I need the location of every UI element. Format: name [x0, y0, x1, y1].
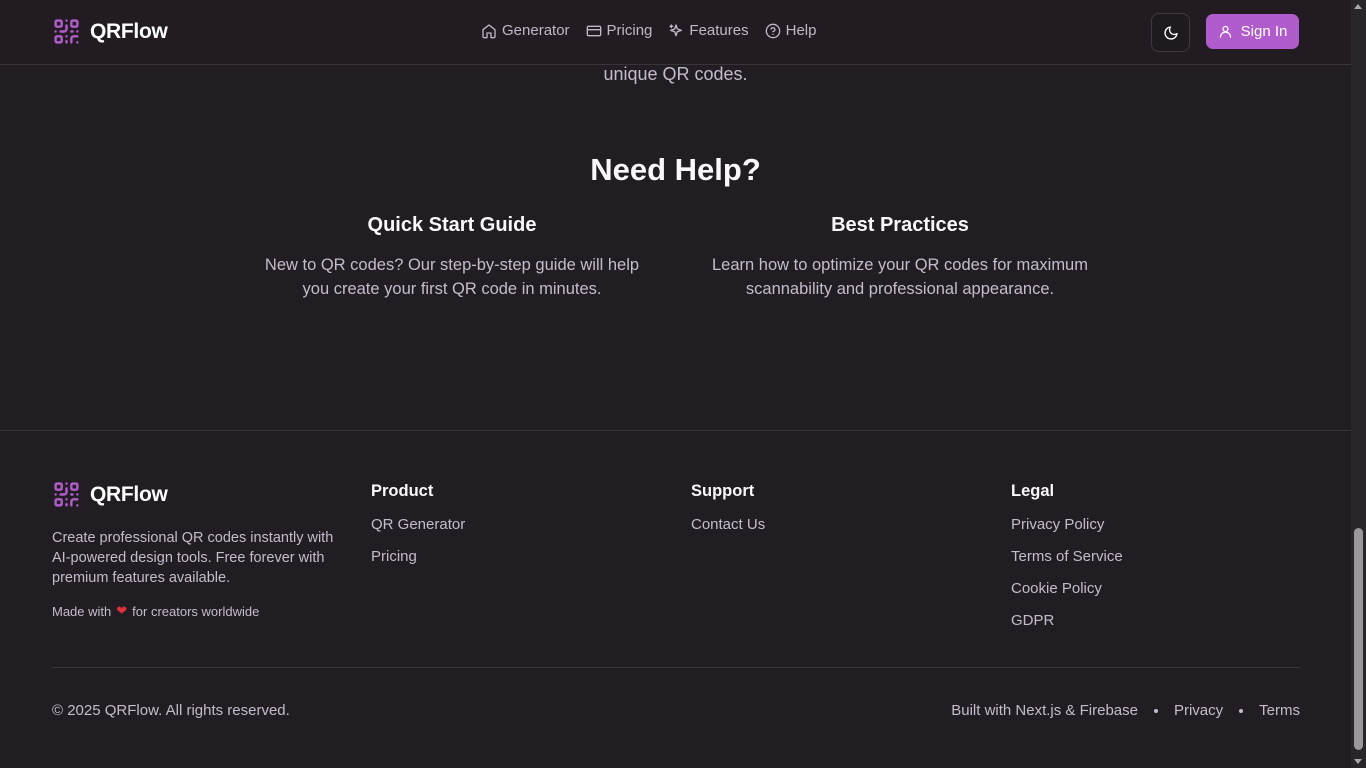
made-with-suffix: for creators worldwide	[132, 603, 260, 619]
sparkles-icon	[669, 23, 683, 36]
help-card-text: Learn how to optimize your QR codes for …	[712, 256, 1088, 298]
intro-text-tail: unique QR codes.	[603, 64, 748, 84]
footer-link-qr-generator[interactable]: QR Generator	[371, 517, 465, 549]
heart-icon: ❤	[116, 603, 128, 618]
help-card-best-practices: Best Practices Learn how to optimize you…	[700, 214, 1100, 301]
page-scrollbar[interactable]	[1351, 0, 1366, 768]
footer-col-support: Support Contact Us	[691, 482, 765, 549]
scrollbar-thumb[interactable]	[1354, 528, 1363, 750]
sign-in-button[interactable]: Sign In	[1206, 14, 1299, 49]
made-with-prefix: Made with	[52, 603, 112, 619]
footer-col-title: Support	[691, 482, 755, 500]
footer-link-contact[interactable]: Contact Us	[691, 517, 765, 549]
made-with-love: Made with ❤ for creators worldwide	[52, 603, 259, 619]
moon-icon	[1163, 25, 1178, 40]
scroll-up-arrow[interactable]	[1354, 4, 1362, 9]
qr-code-icon	[54, 19, 79, 44]
main-nav: Generator Pricing Features Help	[481, 22, 816, 39]
help-section-title: Need Help?	[590, 152, 761, 187]
nav-generator-label: Generator	[502, 22, 570, 39]
footer-link-gdpr[interactable]: GDPR	[1011, 613, 1123, 645]
help-card-title: Quick Start Guide	[367, 214, 537, 236]
nav-pricing-label: Pricing	[606, 22, 653, 39]
nav-help-label: Help	[785, 22, 817, 39]
nav-features[interactable]: Features	[668, 22, 749, 39]
footer-col-product: Product QR Generator Pricing	[371, 482, 465, 581]
footer-col-legal: Legal Privacy Policy Terms of Service Co…	[1011, 482, 1123, 645]
credit-card-icon	[586, 25, 601, 36]
separator-dot	[1239, 708, 1244, 713]
sign-in-label: Sign In	[1240, 23, 1288, 40]
help-card-quick-start: Quick Start Guide New to QR codes? Our s…	[252, 214, 652, 301]
nav-pricing[interactable]: Pricing	[586, 22, 653, 39]
user-icon	[1219, 25, 1231, 38]
top-navbar: QRFlow Generator Pricing Features Help S…	[0, 0, 1351, 65]
footer-description: Create professional QR codes instantly w…	[52, 530, 334, 586]
footer-col-title: Legal	[1011, 482, 1055, 500]
nav-generator[interactable]: Generator	[481, 22, 570, 39]
help-card-text: New to QR codes? Our step-by-step guide …	[264, 256, 640, 298]
home-icon	[482, 23, 496, 38]
help-circle-icon	[765, 23, 780, 38]
separator-dot	[1153, 708, 1158, 713]
help-card-title: Best Practices	[831, 214, 969, 236]
bottom-terms-link[interactable]: Terms	[1259, 702, 1300, 719]
footer-divider	[0, 430, 1351, 431]
brand-name: QRFlow	[90, 19, 168, 43]
theme-toggle-button[interactable]	[1151, 13, 1190, 52]
brand-logo-link[interactable]: QRFlow	[52, 17, 168, 46]
footer-brand-name: QRFlow	[90, 482, 168, 506]
footer-link-cookie-policy[interactable]: Cookie Policy	[1011, 581, 1123, 613]
nav-features-label: Features	[689, 22, 749, 39]
copyright-text: © 2025 QRFlow. All rights reserved.	[52, 702, 290, 719]
scroll-down-arrow[interactable]	[1354, 759, 1362, 764]
footer-brand[interactable]: QRFlow	[52, 480, 168, 509]
page: unique QR codes. QRFlow Generator Pricin…	[0, 0, 1351, 768]
nav-help[interactable]: Help	[765, 22, 817, 39]
footer-link-pricing[interactable]: Pricing	[371, 549, 465, 581]
footer-link-terms-of-service[interactable]: Terms of Service	[1011, 549, 1123, 581]
footer-bottom-divider	[52, 667, 1300, 668]
qr-code-icon	[54, 482, 79, 507]
bottom-privacy-link[interactable]: Privacy	[1174, 702, 1223, 719]
built-with-link[interactable]: Built with Next.js & Firebase	[951, 702, 1138, 719]
footer-col-title: Product	[371, 482, 434, 500]
footer-link-privacy-policy[interactable]: Privacy Policy	[1011, 517, 1123, 549]
footer-bottom-links: Built with Next.js & Firebase Privacy Te…	[951, 702, 1300, 719]
